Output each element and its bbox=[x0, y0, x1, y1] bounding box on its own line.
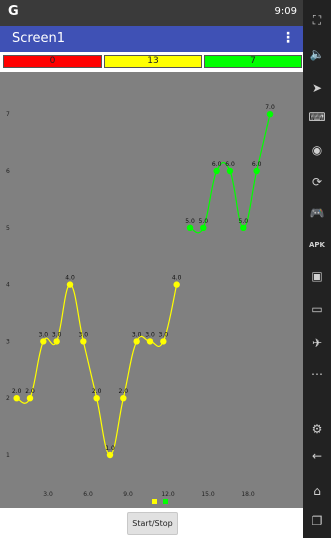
folder-icon[interactable]: ▭ bbox=[307, 299, 327, 319]
data-point bbox=[160, 338, 167, 345]
y-tick-label: 7 bbox=[6, 111, 10, 118]
series-line bbox=[16, 283, 178, 456]
data-label: 2.0 bbox=[119, 388, 129, 395]
y-tick-label: 4 bbox=[6, 282, 10, 289]
data-point bbox=[146, 338, 154, 345]
data-point bbox=[200, 224, 207, 231]
data-label: 6.0 bbox=[225, 161, 235, 168]
app-bar: Screen1 ⋮ bbox=[0, 26, 303, 52]
fullscreen-icon[interactable]: ⛶ bbox=[307, 10, 327, 30]
data-point bbox=[213, 167, 220, 175]
y-tick-label: 1 bbox=[6, 452, 10, 459]
more-icon[interactable]: ⋯ bbox=[307, 364, 327, 384]
apk-install-icon[interactable]: APK bbox=[307, 235, 327, 255]
record-icon[interactable]: ◉ bbox=[307, 140, 327, 160]
app-window: G 9:09 Screen1 ⋮ 0 13 7 1 2 3 4 5 6 7 3.0 6.0 9.0… bbox=[0, 0, 303, 538]
green-counter-value: 7 bbox=[250, 56, 256, 66]
data-point bbox=[186, 224, 194, 231]
overflow-menu-icon[interactable]: ⋮ bbox=[281, 30, 295, 46]
x-tick-label: 18.0 bbox=[241, 491, 255, 498]
data-label: 2.0 bbox=[25, 388, 35, 395]
data-label: 6.0 bbox=[252, 161, 262, 168]
data-label: 5.0 bbox=[185, 218, 195, 225]
data-label: 2.0 bbox=[12, 388, 22, 395]
status-bar: G 9:09 bbox=[0, 0, 303, 26]
data-point bbox=[66, 281, 74, 288]
y-tick-label: 5 bbox=[6, 225, 10, 232]
red-counter-value: 0 bbox=[49, 56, 56, 66]
data-point bbox=[80, 338, 87, 345]
data-label: 7.0 bbox=[265, 104, 275, 111]
screen-title: Screen1 bbox=[12, 31, 65, 46]
x-tick-label: 9.0 bbox=[123, 491, 133, 498]
screenshot-icon[interactable]: ▣ bbox=[307, 266, 327, 286]
data-label: 3.0 bbox=[159, 331, 169, 338]
data-point bbox=[106, 451, 114, 459]
data-point bbox=[120, 395, 127, 402]
status-time: 9:09 bbox=[274, 6, 297, 17]
data-label: 3.0 bbox=[79, 331, 89, 338]
start-stop-button[interactable]: Start/Stop bbox=[127, 512, 178, 535]
cursor-icon[interactable]: ➤ bbox=[307, 78, 327, 98]
data-label: 3.0 bbox=[52, 331, 62, 338]
gamepad-icon[interactable]: 🎮 bbox=[307, 203, 327, 223]
data-point bbox=[133, 338, 140, 345]
home-icon[interactable]: ⌂ bbox=[307, 481, 327, 501]
data-point bbox=[40, 338, 47, 345]
app-logo-icon: G bbox=[8, 4, 19, 19]
x-tick-label: 3.0 bbox=[43, 491, 53, 498]
legend-swatch bbox=[163, 499, 168, 504]
data-point bbox=[266, 111, 274, 118]
volume-icon[interactable]: 🔈 bbox=[307, 44, 327, 64]
legend-swatch bbox=[152, 499, 157, 504]
chart-area: 1 2 3 4 5 6 7 3.0 6.0 9.0 12.0 15.0 18.0 2.0 2.0 3.0 3.0… bbox=[0, 72, 303, 508]
data-label: 6.0 bbox=[212, 161, 222, 168]
green-counter: 7 bbox=[204, 55, 302, 68]
y-tick-label: 2 bbox=[6, 395, 10, 402]
line-chart: 12345673.0 6.0 9.0 12.0 15.0 18.02.0 2.03.0 3.0… bbox=[6, 104, 275, 504]
data-label: 3.0 bbox=[132, 331, 142, 338]
data-point bbox=[53, 338, 60, 345]
y-tick-label: 6 bbox=[6, 168, 10, 175]
data-point bbox=[93, 395, 100, 402]
x-tick-label: 12.0 bbox=[161, 491, 175, 498]
settings-icon[interactable]: ⚙ bbox=[307, 419, 327, 439]
data-point bbox=[253, 167, 260, 175]
bottom-bar: Start/Stop bbox=[0, 508, 303, 538]
back-icon[interactable]: ← bbox=[307, 446, 327, 466]
data-point bbox=[226, 167, 234, 175]
x-tick-label: 6.0 bbox=[83, 491, 93, 498]
data-label: 2.0 bbox=[92, 388, 102, 395]
data-point bbox=[173, 281, 180, 288]
data-point bbox=[240, 224, 247, 231]
data-label: 4.0 bbox=[65, 275, 75, 282]
y-tick-label: 3 bbox=[6, 338, 10, 345]
keyboard-icon[interactable]: ⌨ bbox=[307, 107, 327, 127]
emulator-sidebar: ⛶ 🔈 ➤ ⌨ ◉ ⟳ 🎮 APK ▣ ▭ ✈ ⋯ ⚙ ← ⌂ ❐ bbox=[303, 0, 331, 538]
yellow-counter: 13 bbox=[104, 55, 202, 68]
red-counter: 0 bbox=[3, 55, 102, 68]
data-label: 3.0 bbox=[145, 331, 155, 338]
recent-apps-icon[interactable]: ❐ bbox=[307, 511, 327, 531]
data-label: 1.0 bbox=[105, 445, 115, 452]
data-label: 4.0 bbox=[172, 275, 182, 282]
data-point bbox=[13, 395, 20, 402]
yellow-counter-value: 13 bbox=[147, 56, 159, 66]
data-label: 5.0 bbox=[239, 218, 249, 225]
data-label: 3.0 bbox=[39, 331, 49, 338]
rotate-icon[interactable]: ⟳ bbox=[307, 172, 327, 192]
location-icon[interactable]: ✈ bbox=[307, 333, 327, 353]
x-tick-label: 15.0 bbox=[201, 491, 215, 498]
data-label: 5.0 bbox=[199, 218, 209, 225]
data-point bbox=[26, 395, 34, 402]
